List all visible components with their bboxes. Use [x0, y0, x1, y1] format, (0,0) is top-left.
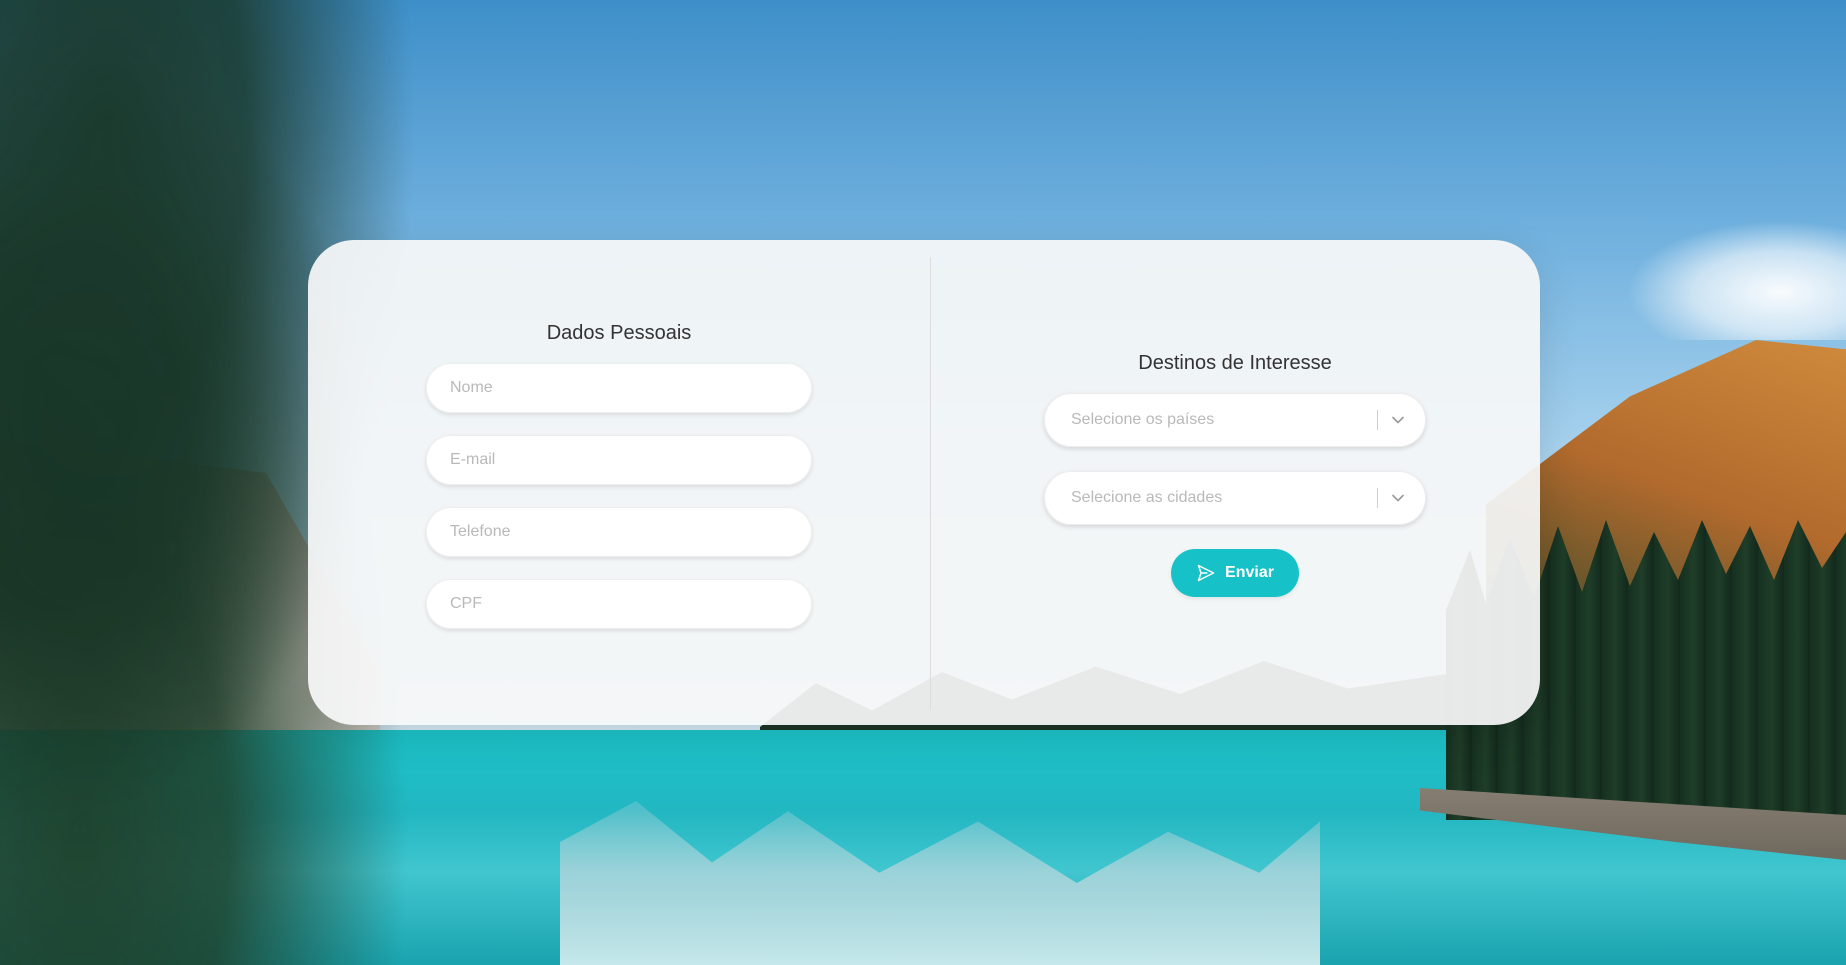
- cities-select[interactable]: Selecione as cidades: [1044, 471, 1426, 525]
- cities-select-placeholder: Selecione as cidades: [1071, 489, 1223, 506]
- cities-select-separator: [1377, 488, 1378, 508]
- email-field-wrapper: [426, 435, 812, 485]
- chevron-down-icon[interactable]: [1390, 412, 1406, 428]
- name-field-wrapper: [426, 363, 812, 413]
- countries-select[interactable]: Selecione os países: [1044, 393, 1426, 447]
- personal-data-section: Dados Pessoais: [308, 240, 930, 725]
- background-cloud: [1626, 220, 1846, 340]
- email-input[interactable]: [426, 435, 812, 485]
- phone-input[interactable]: [426, 507, 812, 557]
- countries-select-placeholder: Selecione os países: [1071, 411, 1215, 428]
- chevron-down-icon[interactable]: [1390, 490, 1406, 506]
- background-scene: Dados Pessoais Destinos de Interesse Sel…: [0, 0, 1846, 965]
- destinations-section: Destinos de Interesse Selecione os paíse…: [930, 240, 1540, 725]
- name-input[interactable]: [426, 363, 812, 413]
- phone-field-wrapper: [426, 507, 812, 557]
- destinations-title: Destinos de Interesse: [1138, 352, 1332, 374]
- cpf-field-wrapper: [426, 579, 812, 629]
- form-card: Dados Pessoais Destinos de Interesse Sel…: [308, 240, 1540, 725]
- cpf-input[interactable]: [426, 579, 812, 629]
- personal-data-title: Dados Pessoais: [546, 322, 692, 344]
- submit-button-label: Enviar: [1225, 564, 1274, 581]
- countries-select-separator: [1377, 410, 1378, 430]
- send-icon: [1196, 563, 1216, 583]
- submit-button[interactable]: Enviar: [1171, 549, 1299, 597]
